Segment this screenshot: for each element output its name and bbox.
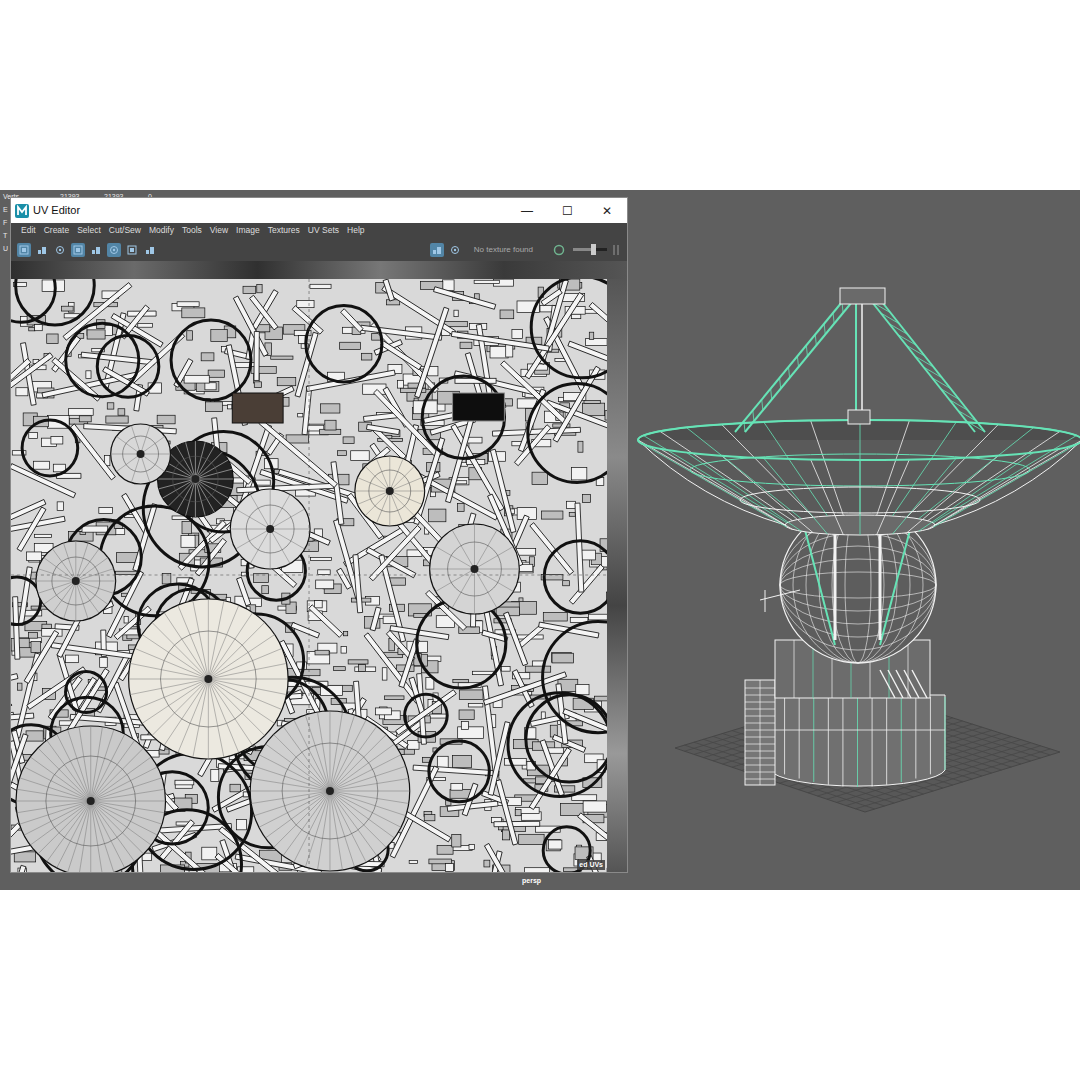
slider-handle[interactable]: [591, 244, 596, 255]
menu-item[interactable]: Edit: [17, 224, 40, 237]
tool-button[interactable]: [53, 243, 67, 257]
menu-item[interactable]: Cut/Sew: [105, 224, 145, 237]
texture-status: No texture found: [474, 244, 533, 256]
tool-icon: [127, 245, 137, 255]
menu-item[interactable]: View: [206, 224, 232, 237]
menu-item[interactable]: Textures: [264, 224, 304, 237]
uv-editor-window[interactable]: UV Editor —☐✕ EditCreateSelectCut/SewModif…: [10, 197, 628, 873]
texture-strip: [11, 261, 627, 279]
workspace: Verts21393213930EFTUUV Editor—☐✕EditCrea…: [0, 190, 1080, 890]
tool-icon: [55, 245, 65, 255]
toolbar: No texture found: [11, 238, 627, 261]
maximize-button[interactable]: ☐: [547, 202, 587, 220]
tool-button[interactable]: [17, 243, 31, 257]
tool-icon: [19, 245, 29, 255]
tool-button[interactable]: [89, 243, 103, 257]
texture-edge: [607, 279, 627, 872]
menu-item[interactable]: Modify: [145, 224, 178, 237]
tool-button[interactable]: [107, 243, 121, 257]
menu-item[interactable]: Help: [343, 224, 368, 237]
minimize-button[interactable]: —: [507, 202, 547, 220]
tool-button[interactable]: [125, 243, 139, 257]
exposure-slider[interactable]: [573, 248, 607, 251]
window-title: UV Editor: [33, 202, 80, 219]
tool-icon: [73, 245, 83, 255]
maya-logo-icon: [15, 204, 29, 218]
menu-item[interactable]: Select: [73, 224, 105, 237]
tool-icon: [432, 245, 442, 255]
gamma-icon[interactable]: [611, 244, 621, 256]
menu-item[interactable]: UV Sets: [304, 224, 343, 237]
tool-icon: [37, 245, 47, 255]
tool-icon: [109, 245, 119, 255]
title-bar[interactable]: UV Editor —☐✕: [11, 198, 627, 223]
tool-button[interactable]: [430, 243, 444, 257]
menu-item[interactable]: Tools: [178, 224, 206, 237]
tool-button[interactable]: [71, 243, 85, 257]
uv-canvas[interactable]: ed UVs: [11, 279, 627, 872]
tool-icon: [145, 245, 155, 255]
exposure-fill: [573, 248, 593, 251]
tool-button[interactable]: [448, 243, 462, 257]
tool-icon: [91, 245, 101, 255]
tool-icon: [450, 245, 460, 255]
radio-telescope-icon[interactable]: [628, 190, 1080, 890]
menu-item[interactable]: Image: [232, 224, 264, 237]
menu-item[interactable]: Create: [40, 224, 74, 237]
close-button[interactable]: ✕: [587, 202, 627, 220]
tool-button[interactable]: [143, 243, 157, 257]
window-controls: —☐✕: [507, 202, 627, 220]
exposure-icon[interactable]: [553, 244, 565, 256]
uv-layout[interactable]: [11, 279, 607, 872]
camera-label: persp: [522, 876, 541, 887]
tool-button[interactable]: [35, 243, 49, 257]
menu-bar: EditCreateSelectCut/SewModifyToolsViewIm…: [11, 223, 627, 238]
uv-info-label: ed UVs: [577, 860, 605, 871]
